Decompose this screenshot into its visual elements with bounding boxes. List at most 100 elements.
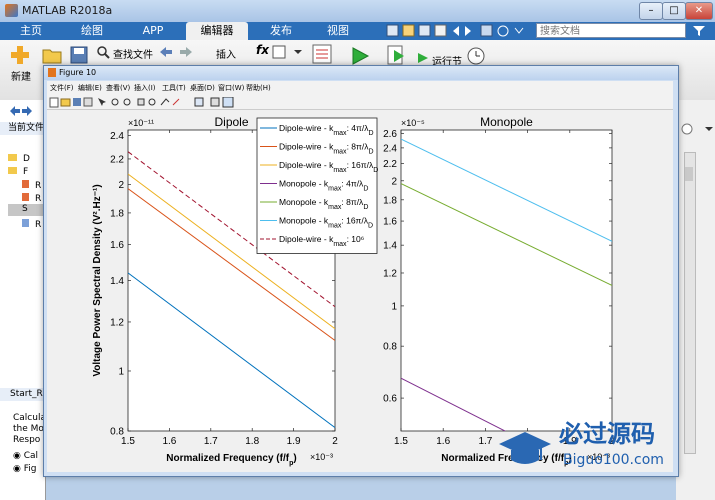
x-tick-label: 1.6: [436, 436, 450, 447]
details-item-fig[interactable]: ◉ Fig: [13, 464, 36, 474]
find-files-icon[interactable]: [96, 45, 110, 59]
y-tick-label: 1.8: [383, 195, 397, 206]
file-item-r2[interactable]: R: [22, 193, 41, 204]
details-text: Calcula the Mo Respo: [13, 413, 46, 445]
y-tick-label: 2.2: [110, 154, 124, 165]
fig-menu-desktop[interactable]: 桌面(D): [190, 83, 215, 93]
new-plus-icon[interactable]: [9, 44, 31, 66]
window-title: MATLAB R2018a: [22, 4, 113, 17]
fx-button[interactable]: fx: [256, 43, 269, 57]
y-tick-label: 1.4: [383, 241, 397, 252]
quick-access-toolbar[interactable]: [385, 24, 533, 38]
tab-view[interactable]: 视图: [314, 22, 362, 40]
x-tick-label: 1.5: [121, 436, 135, 447]
axes-box: [400, 129, 613, 432]
nav-back-icon[interactable]: [8, 105, 44, 117]
tab-home[interactable]: 主页: [6, 22, 56, 40]
y-tick-label: 2.2: [383, 159, 397, 170]
run-section-icon[interactable]: [416, 51, 430, 65]
close-button[interactable]: ✕: [685, 2, 713, 20]
x-tick-label: 1.5: [394, 436, 408, 447]
fig-menu-help[interactable]: 帮助(H): [246, 83, 271, 93]
current-folder-header: 当前文件: [0, 122, 45, 135]
fig-menu-view[interactable]: 查看(V): [106, 83, 130, 93]
compare-arrows-icon[interactable]: [158, 45, 194, 59]
search-input[interactable]: 搜索文档: [536, 23, 686, 38]
y-exponent: ×10⁻¹¹: [128, 118, 154, 128]
x-tick-label: 2: [332, 436, 338, 447]
figure-icon: [48, 68, 56, 77]
y-tick-label: 0.8: [110, 427, 124, 438]
details-header: Start_R: [0, 388, 45, 401]
tab-editor[interactable]: 编辑器: [186, 22, 248, 40]
fig-menu-file[interactable]: 文件(F): [50, 83, 74, 93]
save-icon[interactable]: [70, 46, 88, 64]
x-tick-label: 1.7: [478, 436, 492, 447]
watermark-cn: 必过源码: [559, 420, 655, 448]
fig-menu-insert[interactable]: 插入(I): [134, 83, 156, 93]
chart-title: Dipole: [214, 115, 248, 129]
folder-item-d[interactable]: D: [8, 154, 30, 164]
y-tick-label: 2: [118, 180, 124, 191]
y-tick-label: 1.8: [110, 208, 124, 219]
matlab-logo-icon: [5, 4, 18, 17]
figure-menubar: 文件(F) 编辑(E) 查看(V) 插入(I) 工具(T) 桌面(D) 窗口(W…: [47, 81, 673, 95]
x-exponent: ×10⁻³: [310, 452, 333, 462]
minimize-button[interactable]: –: [639, 2, 663, 20]
watermark-logo: 必过源码 Biguo100.com: [499, 420, 664, 468]
find-files-label[interactable]: 查找文件: [113, 46, 153, 61]
tab-apps[interactable]: APP: [126, 22, 180, 40]
y-tick-label: 1.4: [110, 276, 124, 287]
legend: Dipole-wire - kmax: 4π/λDDipole-wire - k…: [256, 117, 378, 254]
x-axis-label: Normalized Frequency (f/fp): [166, 453, 296, 467]
file-item-r3[interactable]: R: [22, 219, 41, 230]
figure-title: Figure 10: [59, 68, 97, 77]
y-tick-label: 1.2: [383, 268, 397, 279]
y-tick-label: 1.6: [383, 217, 397, 228]
watermark-url: Biguo100.com: [563, 452, 664, 468]
ribbon-tabbar: 主页 绘图 APP 编辑器 发布 视图 搜索文档: [0, 22, 715, 40]
run-time-icon[interactable]: [466, 44, 486, 66]
current-folder-panel: 当前文件 D F R R S R Start_R Calcula the Mo …: [0, 100, 46, 500]
y-tick-label: 0.8: [383, 342, 397, 353]
x-tick-label: 1.9: [287, 436, 301, 447]
vertical-scrollbar[interactable]: [684, 152, 696, 454]
y-axis-label: Voltage Power Spectral Density (V².Hz⁻¹): [92, 184, 103, 376]
new-label[interactable]: 新建: [11, 68, 31, 83]
tab-publish[interactable]: 发布: [252, 22, 310, 40]
tab-plots[interactable]: 绘图: [62, 22, 122, 40]
y-tick-label: 0.6: [383, 394, 397, 405]
x-tick-label: 1.7: [204, 436, 218, 447]
file-item-r1[interactable]: R: [22, 180, 41, 191]
panel-action-icon[interactable]: [681, 122, 713, 136]
y-tick-label: 1.6: [110, 240, 124, 251]
comment-icon[interactable]: [272, 45, 302, 59]
y-tick-label: 2.4: [110, 131, 124, 142]
scrollbar-thumb[interactable]: [685, 167, 693, 181]
fig-menu-window[interactable]: 窗口(W): [218, 83, 244, 93]
maximize-button[interactable]: □: [662, 2, 686, 20]
fig-menu-edit[interactable]: 编辑(E): [78, 83, 102, 93]
details-item-cal[interactable]: ◉ Cal: [13, 451, 38, 461]
filter-icon[interactable]: [690, 24, 710, 38]
x-tick-label: 1.6: [162, 436, 176, 447]
y-tick-label: 2.6: [383, 129, 397, 140]
indent-icon[interactable]: [312, 44, 332, 64]
folder-item-f[interactable]: F: [8, 167, 28, 177]
run-and-advance-icon[interactable]: [386, 44, 408, 66]
y-tick-label: 2: [391, 176, 397, 187]
figure-toolbar-icons[interactable]: [49, 97, 239, 108]
y-exponent: ×10⁻⁵: [401, 118, 425, 128]
window-titlebar: MATLAB R2018a – □ ✕: [0, 0, 715, 22]
file-item-s-selected[interactable]: S: [8, 204, 45, 216]
y-tick-label: 1: [118, 366, 124, 377]
fig-menu-tools[interactable]: 工具(T): [162, 83, 186, 93]
open-folder-icon[interactable]: [42, 46, 62, 64]
insert-label[interactable]: 插入: [216, 46, 236, 61]
y-tick-label: 1: [391, 301, 397, 312]
chart-title: Monopole: [480, 115, 533, 129]
run-icon[interactable]: [350, 46, 370, 66]
y-tick-label: 1.2: [110, 317, 124, 328]
y-tick-label: 2.4: [383, 143, 397, 154]
x-tick-label: 1.8: [245, 436, 259, 447]
